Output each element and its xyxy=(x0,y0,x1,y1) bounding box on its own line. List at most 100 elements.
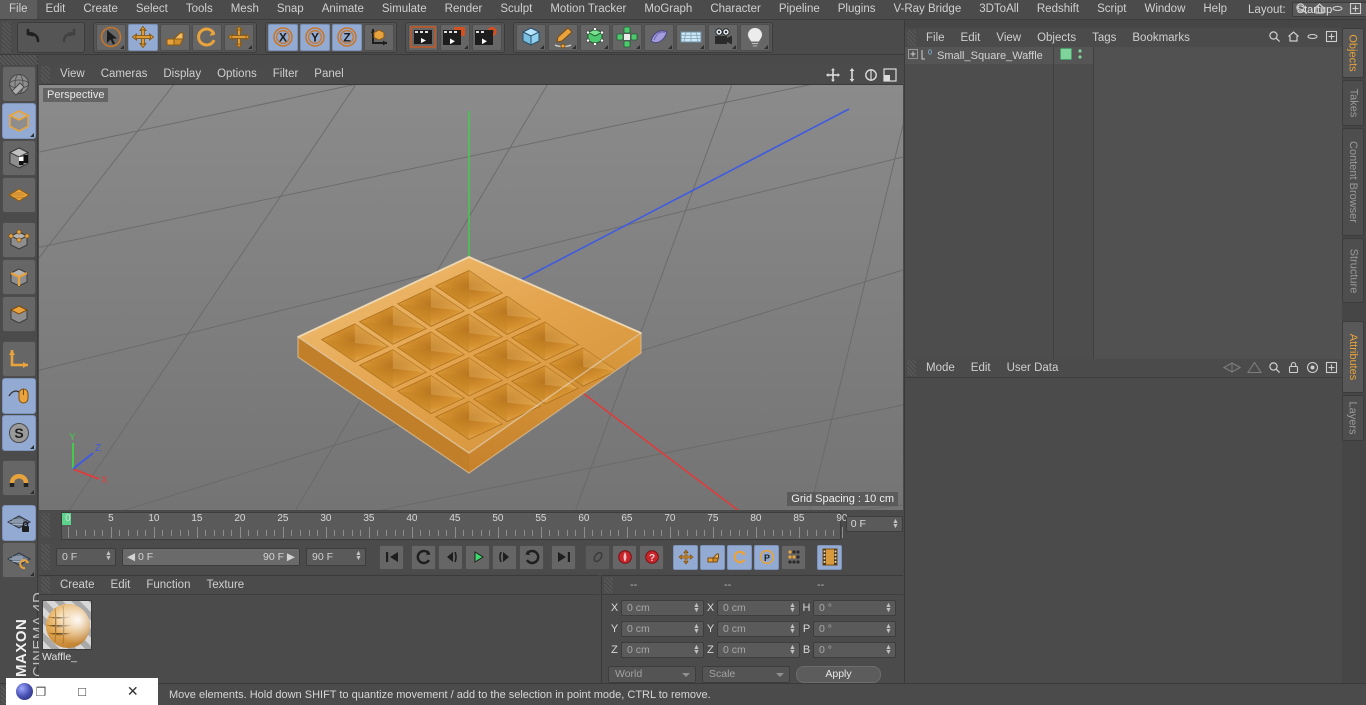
undo-button[interactable] xyxy=(20,24,50,51)
menu-render[interactable]: Render xyxy=(436,0,492,19)
deformer-button[interactable] xyxy=(612,23,642,51)
home-icon[interactable] xyxy=(1313,2,1326,15)
menu-3dtoall[interactable]: 3DToAll xyxy=(970,0,1028,19)
stepper-icon[interactable]: ▲ ▼ xyxy=(693,644,700,656)
add-layer-icon[interactable] xyxy=(1325,30,1338,46)
points-mode-button[interactable] xyxy=(2,222,36,258)
coordinate-size-field[interactable]: 0 cm ▲ ▼ xyxy=(717,642,800,658)
attributes-menu-user-data[interactable]: User Data xyxy=(999,359,1067,377)
coordinate-system-dropdown[interactable]: World xyxy=(608,665,696,683)
coordinate-mode-dropdown[interactable]: Scale xyxy=(702,665,790,683)
object-tree[interactable]: 0 Small_Square_Waffle xyxy=(905,47,1342,368)
menu-pipeline[interactable]: Pipeline xyxy=(770,0,829,19)
apply-button[interactable]: Apply xyxy=(796,665,881,683)
menu-window[interactable]: Window xyxy=(1135,0,1194,19)
stepper-icon[interactable]: ▲ ▼ xyxy=(693,623,700,635)
object-tags[interactable] xyxy=(1054,47,1093,64)
object-manager-menu-view[interactable]: View xyxy=(988,29,1029,47)
scene-environment-button[interactable] xyxy=(644,23,674,51)
play-forwards-button[interactable] xyxy=(519,544,544,570)
z-axis-lock-button[interactable]: Z xyxy=(332,23,362,51)
attributes-menu-mode[interactable]: Mode xyxy=(918,359,963,377)
menu-v-ray-bridge[interactable]: V-Ray Bridge xyxy=(884,0,970,19)
viewport-menu-view[interactable]: View xyxy=(52,65,93,84)
object-manager-menu-bookmarks[interactable]: Bookmarks xyxy=(1124,29,1198,47)
viewport-grip[interactable] xyxy=(41,66,50,83)
material-menu-edit[interactable]: Edit xyxy=(103,576,139,594)
material-tag-icon[interactable] xyxy=(1060,48,1072,63)
coordinate-size-field[interactable]: 0 cm ▲ ▼ xyxy=(717,621,800,637)
maximize-icon[interactable] xyxy=(1349,2,1362,15)
magnet-tool-button[interactable] xyxy=(2,460,36,496)
next-icon[interactable] xyxy=(1246,361,1263,377)
transport-grip[interactable] xyxy=(41,544,50,570)
pan-icon[interactable] xyxy=(826,68,840,85)
model-mode-button[interactable] xyxy=(2,103,36,139)
restore-icon[interactable]: ❐ xyxy=(35,685,46,699)
menu-script[interactable]: Script xyxy=(1088,0,1135,19)
viewport-3d[interactable]: Perspective Grid Spacing : 10 cm Y X Z xyxy=(39,85,903,510)
keyframe-selection-button[interactable]: ? xyxy=(639,544,664,570)
object-manager-menu-tags[interactable]: Tags xyxy=(1084,29,1124,47)
menu-character[interactable]: Character xyxy=(701,0,770,19)
menu-create[interactable]: Create xyxy=(74,0,127,19)
stepper-icon[interactable]: ▲ ▼ xyxy=(885,623,892,635)
spline-pen-button[interactable] xyxy=(548,23,578,51)
vertical-tab-objects[interactable]: Objects xyxy=(1342,28,1364,79)
menu-simulate[interactable]: Simulate xyxy=(373,0,436,19)
search-icon[interactable] xyxy=(1268,361,1281,377)
viewport-menu-panel[interactable]: Panel xyxy=(306,65,351,84)
move-tool-button[interactable] xyxy=(128,23,158,51)
viewport-menu-display[interactable]: Display xyxy=(155,65,209,84)
timeline-ruler[interactable]: 0 5 10 15 20 25 30 35 40 45 50 55 60 65 70 75 80 85 90 xyxy=(60,512,847,540)
texture-mode-button[interactable] xyxy=(2,140,36,176)
prev-icon[interactable] xyxy=(1222,361,1242,377)
menu-edit[interactable]: Edit xyxy=(37,0,75,19)
timeline-frame-field[interactable]: 0 F ▲ ▼ xyxy=(845,516,904,532)
stepper-icon[interactable]: ▲ ▼ xyxy=(693,602,700,614)
render-settings-button[interactable] xyxy=(472,23,502,51)
timeline-toggle-button[interactable] xyxy=(817,544,842,570)
menu-select[interactable]: Select xyxy=(127,0,177,19)
maximize-button[interactable]: □ xyxy=(57,684,108,699)
menu-mesh[interactable]: Mesh xyxy=(222,0,268,19)
menu-file[interactable]: File xyxy=(0,0,37,19)
toolbar-grip[interactable] xyxy=(2,21,11,53)
material-grip[interactable] xyxy=(41,577,50,593)
menu-sculpt[interactable]: Sculpt xyxy=(491,0,541,19)
position-key-button[interactable] xyxy=(673,544,698,570)
attributes-menu-edit[interactable]: Edit xyxy=(963,359,999,377)
viewport-menu-filter[interactable]: Filter xyxy=(265,65,307,84)
menu-plugins[interactable]: Plugins xyxy=(829,0,885,19)
menu-snap[interactable]: Snap xyxy=(268,0,313,19)
material-item[interactable]: Waffle_ xyxy=(42,600,92,663)
coordinate-position-field[interactable]: 0 cm ▲ ▼ xyxy=(621,621,704,637)
world-object-coordinates-button[interactable] xyxy=(364,23,394,51)
preview-end-field[interactable]: 90 F ▲ ▼ xyxy=(306,548,366,566)
menu-tools[interactable]: Tools xyxy=(177,0,222,19)
vertical-tab-content-browser[interactable]: Content Browser xyxy=(1342,128,1364,237)
menu-animate[interactable]: Animate xyxy=(313,0,373,19)
minimize-icon[interactable] xyxy=(1331,2,1344,15)
material-menu-create[interactable]: Create xyxy=(52,576,103,594)
workplane-rotate-button[interactable] xyxy=(2,542,36,578)
ellipse-icon[interactable] xyxy=(1306,30,1319,46)
object-row[interactable]: 0 Small_Square_Waffle xyxy=(905,47,1053,64)
coordinates-grip[interactable] xyxy=(604,577,613,593)
polygons-mode-button[interactable] xyxy=(2,296,36,332)
menu-redshift[interactable]: Redshift xyxy=(1028,0,1088,19)
render-view-button[interactable] xyxy=(408,23,438,51)
menu-help[interactable]: Help xyxy=(1194,0,1236,19)
enable-snapping-button[interactable] xyxy=(2,378,36,414)
point-level-animation-button[interactable] xyxy=(781,544,806,570)
lock-icon[interactable] xyxy=(1287,361,1300,377)
param-key-button[interactable]: P xyxy=(754,544,779,570)
scale-key-button[interactable] xyxy=(700,544,725,570)
coordinate-rotation-field[interactable]: 0 ° ▲ ▼ xyxy=(813,621,896,637)
cube-primitive-button[interactable] xyxy=(516,23,546,51)
current-frame-field[interactable]: 0 F ▲ ▼ xyxy=(56,548,116,566)
vertical-tab-layers[interactable]: Layers xyxy=(1342,395,1364,442)
x-axis-lock-button[interactable]: X xyxy=(268,23,298,51)
expander-icon[interactable] xyxy=(908,49,918,62)
previous-frame-button[interactable] xyxy=(438,544,463,570)
